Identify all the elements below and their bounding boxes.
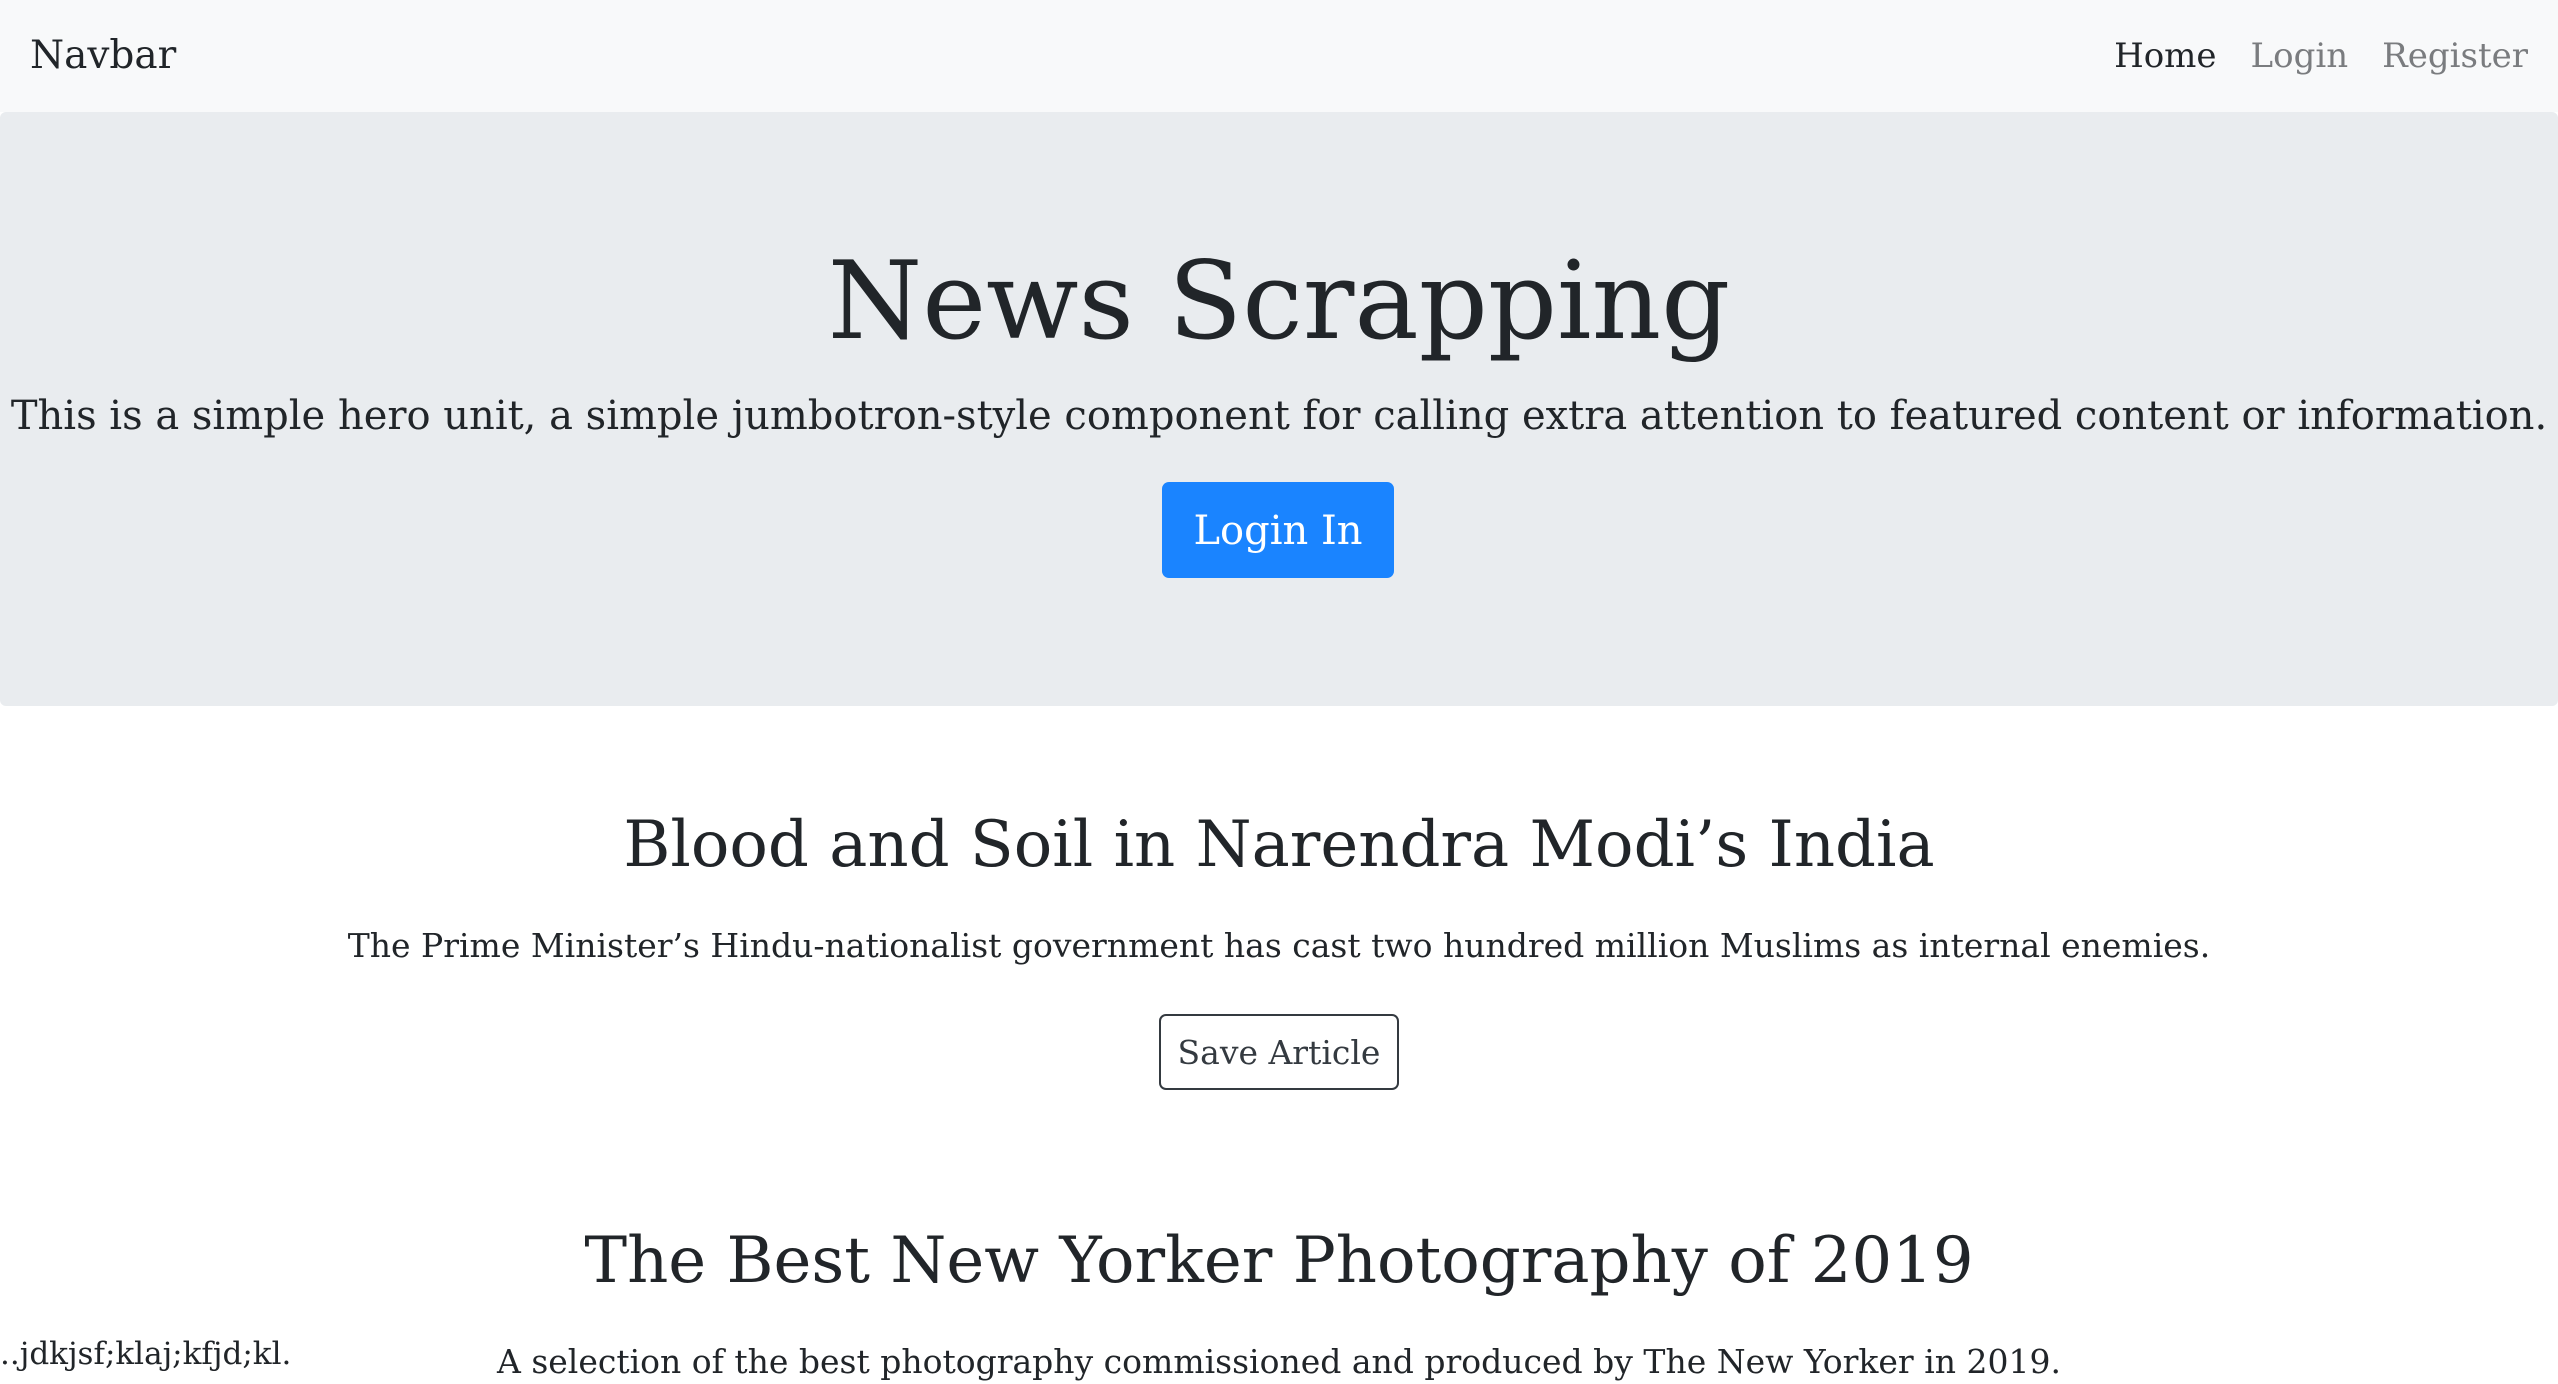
nav-link-home[interactable]: Home: [2097, 28, 2233, 84]
article-title: The Best New Yorker Photography of 2019: [584, 1224, 1974, 1298]
navbar: Navbar Home Login Register: [0, 0, 2558, 112]
navbar-brand[interactable]: Navbar: [30, 28, 176, 84]
article-card: Blood and Soil in Narendra Modi’s India …: [0, 800, 2558, 1090]
hero-title: News Scrapping: [827, 239, 1731, 364]
nav-links: Home Login Register: [2097, 28, 2528, 84]
login-in-button[interactable]: Login In: [1162, 482, 1394, 578]
save-article-button[interactable]: Save Article: [1159, 1014, 1399, 1090]
hero-lead: This is a simple hero unit, a simple jum…: [10, 393, 2548, 439]
article-title: Blood and Soil in Narendra Modi’s India: [623, 808, 1935, 882]
article-description: A selection of the best photography comm…: [497, 1342, 2061, 1381]
nav-link-login[interactable]: Login: [2234, 28, 2366, 84]
stray-text: ..jdkjsf;klaj;kfjd;kl.: [0, 1336, 292, 1372]
nav-link-register[interactable]: Register: [2365, 28, 2528, 84]
jumbotron: News Scrapping This is a simple hero uni…: [0, 112, 2558, 706]
article-description: The Prime Minister’s Hindu-nationalist g…: [347, 926, 2211, 965]
article-card: The Best New Yorker Photography of 2019 …: [0, 1216, 2558, 1384]
